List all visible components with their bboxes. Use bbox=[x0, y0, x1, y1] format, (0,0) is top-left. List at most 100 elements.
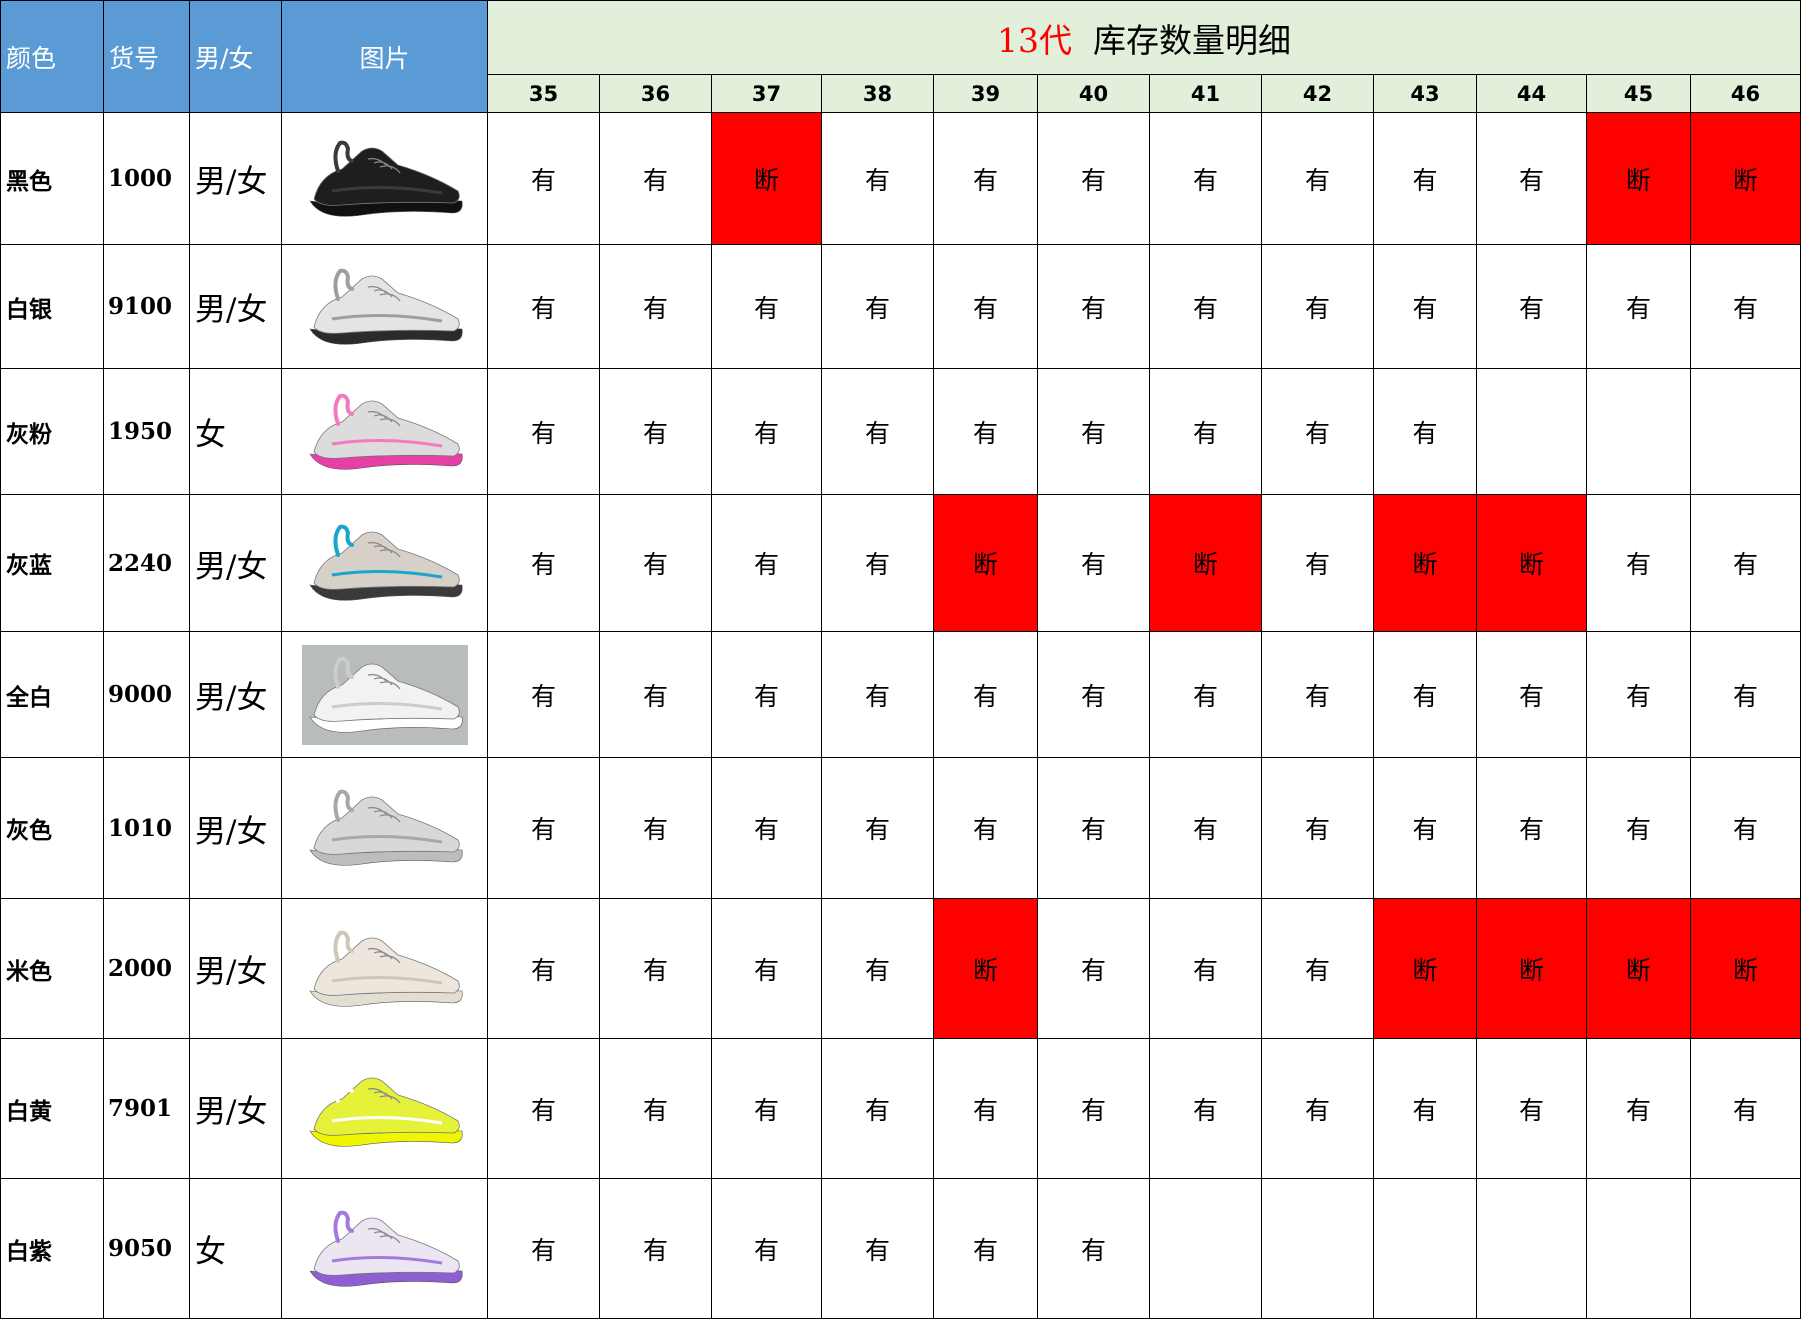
stock-cell-size-46: 断 bbox=[1690, 898, 1801, 1039]
stock-cell-size-35: 有 bbox=[487, 1038, 600, 1179]
gender-cell: 男/女 bbox=[189, 244, 282, 369]
stock-cell-size-44: 断 bbox=[1476, 494, 1587, 632]
stock-cell-size-40: 有 bbox=[1037, 757, 1150, 899]
color-cell: 白黄 bbox=[0, 1038, 104, 1179]
code-cell: 2000 bbox=[103, 898, 190, 1039]
stock-cell-size-44 bbox=[1476, 368, 1587, 495]
color-cell: 黑色 bbox=[0, 112, 104, 245]
stock-cell-size-42: 有 bbox=[1261, 494, 1374, 632]
stock-cell-size-44: 有 bbox=[1476, 112, 1587, 245]
gender-cell: 女 bbox=[189, 368, 282, 495]
color-cell: 白银 bbox=[0, 244, 104, 369]
stock-cell-size-41: 有 bbox=[1149, 244, 1262, 369]
product-row: 全白 9000 男/女有有有有有有有有有有有有 bbox=[0, 631, 1801, 758]
code-cell: 9100 bbox=[103, 244, 190, 369]
code-cell: 9050 bbox=[103, 1178, 190, 1319]
stock-cell-size-37: 有 bbox=[711, 1178, 822, 1319]
stock-cell-size-45: 有 bbox=[1586, 1038, 1691, 1179]
black-sneaker-image bbox=[308, 140, 463, 217]
stock-cell-size-37: 有 bbox=[711, 631, 822, 758]
product-image-cell bbox=[281, 368, 488, 495]
stock-cell-size-43: 有 bbox=[1373, 757, 1477, 899]
stock-cell-size-35: 有 bbox=[487, 757, 600, 899]
gender-cell: 男/女 bbox=[189, 1038, 282, 1179]
size-header-42: 42 bbox=[1261, 74, 1374, 113]
stock-cell-size-39: 有 bbox=[933, 1038, 1038, 1179]
stock-cell-size-43: 有 bbox=[1373, 244, 1477, 369]
stock-cell-size-38: 有 bbox=[821, 368, 934, 495]
stock-cell-size-39: 有 bbox=[933, 631, 1038, 758]
stock-cell-size-38: 有 bbox=[821, 898, 934, 1039]
stock-cell-size-40: 有 bbox=[1037, 368, 1150, 495]
stock-cell-size-37: 有 bbox=[711, 898, 822, 1039]
size-header-45: 45 bbox=[1586, 74, 1691, 113]
stock-cell-size-45: 断 bbox=[1586, 898, 1691, 1039]
stock-cell-size-43: 有 bbox=[1373, 1038, 1477, 1179]
stock-cell-size-41: 有 bbox=[1149, 898, 1262, 1039]
stock-cell-size-35: 有 bbox=[487, 368, 600, 495]
white-yellow-sneaker-image bbox=[308, 1070, 463, 1147]
stock-cell-size-39: 有 bbox=[933, 368, 1038, 495]
stock-cell-size-38: 有 bbox=[821, 631, 934, 758]
stock-cell-size-38: 有 bbox=[821, 244, 934, 369]
stock-cell-size-40: 有 bbox=[1037, 631, 1150, 758]
product-image-cell bbox=[281, 494, 488, 632]
stock-cell-size-43: 有 bbox=[1373, 112, 1477, 245]
stock-cell-size-35: 有 bbox=[487, 112, 600, 245]
header-picture: 图片 bbox=[281, 0, 488, 113]
product-image-cell bbox=[281, 1038, 488, 1179]
stock-cell-size-46: 断 bbox=[1690, 112, 1801, 245]
product-row: 白紫 9050 女有有有有有有 bbox=[0, 1178, 1801, 1319]
stock-cell-size-46: 有 bbox=[1690, 631, 1801, 758]
stock-cell-size-46: 有 bbox=[1690, 494, 1801, 632]
product-row: 白黄 7901 男/女有有有有有有有有有有有有 bbox=[0, 1038, 1801, 1179]
stock-cell-size-37: 断 bbox=[711, 112, 822, 245]
stock-cell-size-36: 有 bbox=[599, 1178, 712, 1319]
stock-cell-size-43: 断 bbox=[1373, 898, 1477, 1039]
size-header-41: 41 bbox=[1149, 74, 1262, 113]
stock-cell-size-35: 有 bbox=[487, 244, 600, 369]
code-cell: 2240 bbox=[103, 494, 190, 632]
stock-cell-size-41: 有 bbox=[1149, 368, 1262, 495]
stock-cell-size-44: 有 bbox=[1476, 244, 1587, 369]
stock-cell-size-45: 有 bbox=[1586, 757, 1691, 899]
stock-cell-size-44 bbox=[1476, 1178, 1587, 1319]
stock-cell-size-35: 有 bbox=[487, 1178, 600, 1319]
header-color: 颜色 bbox=[0, 0, 104, 113]
stock-cell-size-38: 有 bbox=[821, 494, 934, 632]
stock-cell-size-42 bbox=[1261, 1178, 1374, 1319]
stock-cell-size-43 bbox=[1373, 1178, 1477, 1319]
title-main: 库存数量明细 bbox=[1092, 20, 1291, 60]
white-purple-sneaker-image bbox=[308, 1210, 463, 1287]
product-image-cell bbox=[281, 757, 488, 899]
sheet-title: 13代 库存数量明细 bbox=[487, 0, 1801, 75]
stock-cell-size-46: 有 bbox=[1690, 757, 1801, 899]
stock-cell-size-41: 有 bbox=[1149, 1038, 1262, 1179]
grey-sneaker-image bbox=[308, 789, 463, 866]
stock-cell-size-39: 有 bbox=[933, 1178, 1038, 1319]
size-header-36: 36 bbox=[599, 74, 712, 113]
stock-cell-size-45: 断 bbox=[1586, 112, 1691, 245]
product-row: 灰蓝 2240 男/女有有有有断有断有断断有有 bbox=[0, 494, 1801, 632]
stock-cell-size-35: 有 bbox=[487, 898, 600, 1039]
size-header-40: 40 bbox=[1037, 74, 1150, 113]
stock-cell-size-39: 断 bbox=[933, 494, 1038, 632]
gender-cell: 女 bbox=[189, 1178, 282, 1319]
code-cell: 7901 bbox=[103, 1038, 190, 1179]
product-image-cell bbox=[281, 112, 488, 245]
stock-cell-size-45: 有 bbox=[1586, 244, 1691, 369]
beige-sneaker-image bbox=[308, 930, 463, 1007]
size-header-46: 46 bbox=[1690, 74, 1801, 113]
stock-cell-size-43: 有 bbox=[1373, 631, 1477, 758]
stock-cell-size-38: 有 bbox=[821, 757, 934, 899]
stock-cell-size-39: 有 bbox=[933, 112, 1038, 245]
stock-cell-size-43: 有 bbox=[1373, 368, 1477, 495]
gender-cell: 男/女 bbox=[189, 757, 282, 899]
stock-cell-size-42: 有 bbox=[1261, 244, 1374, 369]
stock-cell-size-40: 有 bbox=[1037, 244, 1150, 369]
stock-cell-size-37: 有 bbox=[711, 494, 822, 632]
stock-cell-size-38: 有 bbox=[821, 1038, 934, 1179]
product-image-cell bbox=[281, 631, 488, 758]
stock-cell-size-46: 有 bbox=[1690, 244, 1801, 369]
color-cell: 米色 bbox=[0, 898, 104, 1039]
